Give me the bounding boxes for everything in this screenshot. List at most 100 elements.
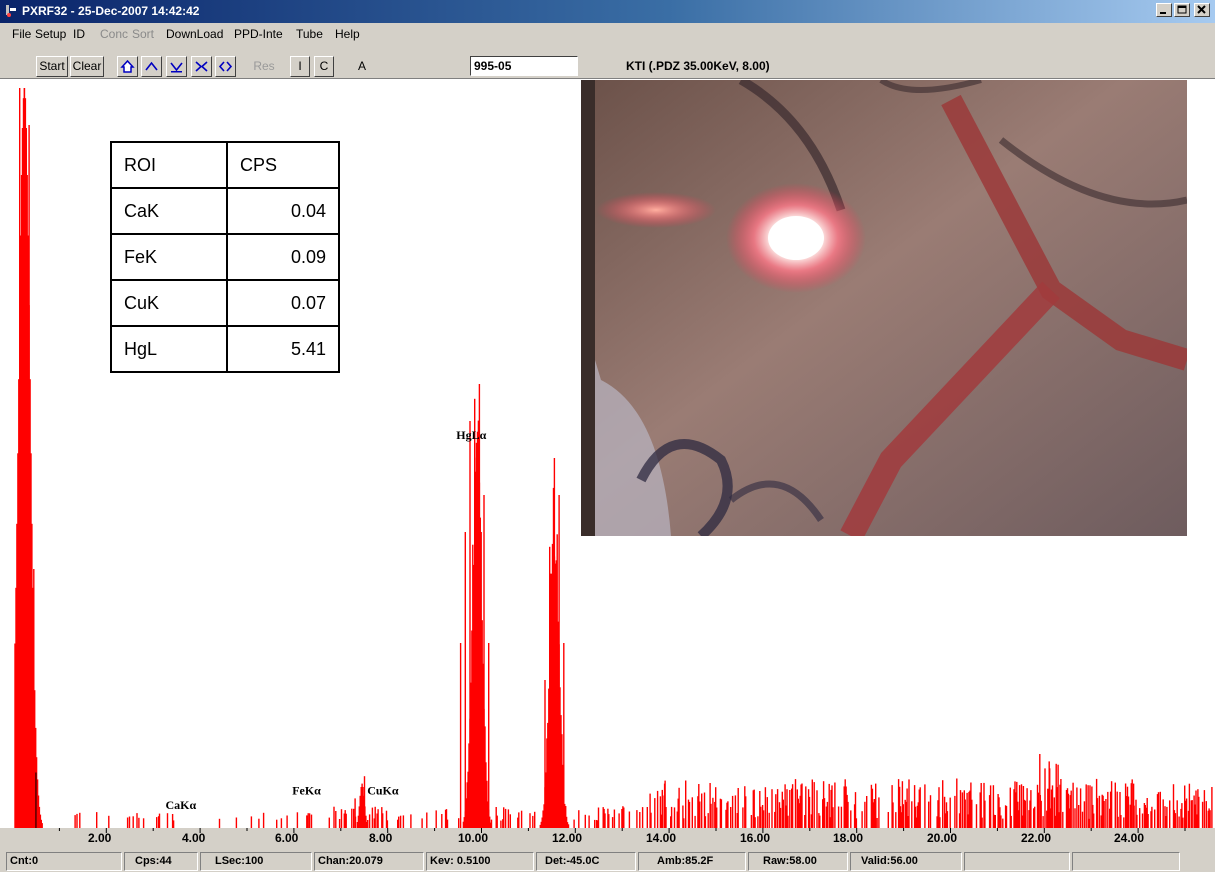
spectrum-bar xyxy=(1211,787,1213,828)
spectrum-bar xyxy=(712,797,714,828)
title-bar[interactable]: PXRF32 - 25-Dec-2007 14:42:42 xyxy=(0,0,1215,23)
zoom-out-button[interactable] xyxy=(215,56,236,77)
sample-id-input[interactable] xyxy=(470,56,578,76)
spectrum-bar xyxy=(446,819,449,828)
spectrum-bar xyxy=(808,796,811,828)
spectrum-bar xyxy=(578,810,580,828)
menu-bar: File Setup ID Conc Sort DownLoad PPD-Int… xyxy=(0,23,1215,44)
spectrum-bar xyxy=(789,790,791,828)
spectrum-bar xyxy=(954,795,956,828)
tick-label: 8.00 xyxy=(369,831,393,845)
menu-sort[interactable]: Sort xyxy=(132,27,154,41)
maximize-button[interactable] xyxy=(1174,3,1190,17)
menu-ppd-inte[interactable]: PPD-Inte xyxy=(234,27,283,41)
spectrum-bar xyxy=(866,796,868,828)
spectrum-bar xyxy=(597,807,600,828)
spectrum-bar xyxy=(1178,816,1180,828)
scale-up-button[interactable] xyxy=(141,56,162,77)
res-button[interactable]: Res xyxy=(248,56,280,77)
spectrum-peak-bar xyxy=(459,643,462,828)
spectrum-bar xyxy=(1096,798,1099,828)
menu-conc[interactable]: Conc xyxy=(100,27,128,41)
spectrum-bar xyxy=(128,816,131,828)
axis-tick xyxy=(715,828,717,831)
spectrum-bar xyxy=(823,798,826,828)
spectrum-bar xyxy=(503,807,505,828)
spectrum-bar xyxy=(529,813,531,828)
spectrum-bar xyxy=(156,817,158,828)
menu-help[interactable]: Help xyxy=(335,27,360,41)
spectrum-bar xyxy=(989,785,992,828)
spectrum-bar xyxy=(1037,792,1040,828)
spectrum-plot[interactable]: HgLα FeKα CuKα CaKα ROI CPS CaK 0.04 FeK 0.… xyxy=(0,80,1215,828)
toolbar: Start Clear Res I C A KTI (.PDZ 35.00KeV… xyxy=(0,44,1215,79)
spectrum-bar xyxy=(1000,815,1002,828)
spectrum-bar xyxy=(296,812,299,828)
spectrum-bar xyxy=(504,808,507,828)
spectrum-bar xyxy=(628,811,631,828)
spectrum-bar xyxy=(1203,790,1206,828)
spectrum-bar xyxy=(964,799,966,828)
spectrum-bar xyxy=(1093,813,1095,828)
spectrum-bar xyxy=(1042,816,1044,828)
i-button[interactable]: I xyxy=(290,56,310,77)
spectrum-bar xyxy=(834,782,836,828)
axis-tick xyxy=(527,828,529,831)
a-button[interactable]: A xyxy=(350,56,374,77)
spectrum-bar xyxy=(816,790,818,828)
spectrum-bar xyxy=(441,814,443,828)
spectrum-bar xyxy=(435,810,437,828)
spectrum-peak-bar xyxy=(19,88,21,828)
spectrum-bar xyxy=(426,812,428,828)
minimize-button[interactable] xyxy=(1156,3,1172,17)
spectrum-bar xyxy=(402,815,405,828)
spectrum-peak-bar xyxy=(28,125,30,828)
spectrum-bar xyxy=(604,813,606,828)
spectrum-bar xyxy=(1147,814,1149,828)
spectrum-bar xyxy=(584,814,586,828)
spectrum-peak-bar xyxy=(1039,754,1041,828)
spectrum-peak-bar xyxy=(166,813,169,828)
sample-camera-image xyxy=(581,80,1187,536)
home-view-button[interactable] xyxy=(117,56,138,77)
clear-button[interactable]: Clear xyxy=(70,56,104,77)
zoom-in-button[interactable] xyxy=(191,56,212,77)
menu-tube[interactable]: Tube xyxy=(296,27,323,41)
spectrum-bar xyxy=(96,812,98,828)
tick-label: 2.00 xyxy=(88,831,112,845)
spectrum-bar xyxy=(1026,788,1028,828)
spectrum-bar xyxy=(1182,817,1184,828)
spectrum-bar xyxy=(811,779,813,828)
spectrum-bar xyxy=(864,801,866,828)
spectrum-bar xyxy=(650,812,652,828)
spectrum-bar xyxy=(791,784,794,828)
spectrum-bar xyxy=(218,818,221,828)
menu-download[interactable]: DownLoad xyxy=(166,27,223,41)
menu-id[interactable]: ID xyxy=(73,27,85,41)
spectrum-bar xyxy=(345,813,347,828)
spectrum-bar xyxy=(496,815,498,828)
spectrum-bar xyxy=(673,807,676,828)
scale-down-button[interactable] xyxy=(166,56,187,77)
spectrum-bar xyxy=(1198,796,1200,828)
spectrum-bar xyxy=(1076,787,1078,828)
spectrum-bar xyxy=(532,815,534,828)
spectrum-bar xyxy=(138,817,140,828)
spectrum-bar xyxy=(779,807,782,828)
menu-file[interactable]: File xyxy=(12,27,31,41)
spectrum-bar xyxy=(742,807,744,828)
close-button[interactable] xyxy=(1194,3,1210,17)
spectrum-bar xyxy=(1105,799,1107,828)
menu-setup[interactable]: Setup xyxy=(35,27,66,41)
start-button[interactable]: Start xyxy=(36,56,68,77)
spectrum-bar xyxy=(924,784,926,828)
spectrum-bar xyxy=(832,807,834,828)
c-button[interactable]: C xyxy=(314,56,334,77)
tick-label: 10.00 xyxy=(458,831,489,845)
expand-arrows-icon xyxy=(218,61,233,72)
table-row: ROI CPS xyxy=(110,141,340,189)
spectrum-bar xyxy=(887,812,889,828)
status-empty-1 xyxy=(964,852,1070,871)
spectrum-bar xyxy=(895,812,897,828)
axis-tick xyxy=(996,828,998,831)
